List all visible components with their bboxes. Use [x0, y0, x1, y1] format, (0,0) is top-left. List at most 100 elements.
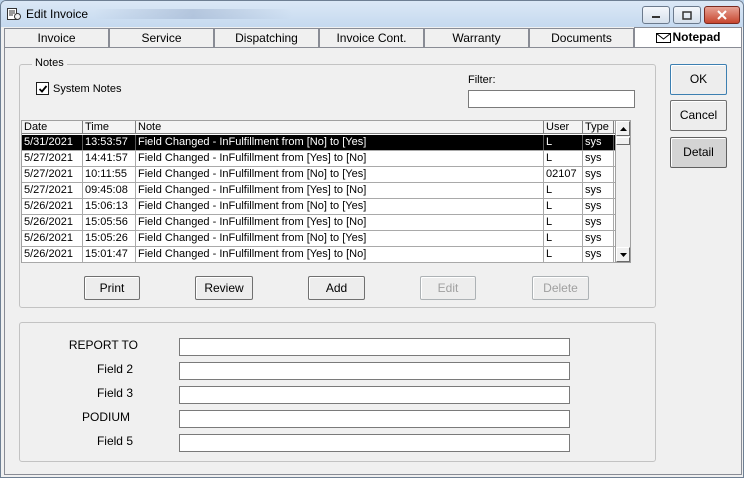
ok-button-label: OK [689, 72, 708, 86]
cell-time: 13:53:57 [83, 135, 136, 150]
cell-date: 5/26/2021 [22, 231, 83, 246]
cell-type: sys [583, 183, 614, 198]
column-header-time[interactable]: Time [83, 121, 136, 134]
tab-documents[interactable]: Documents [529, 28, 634, 48]
cell-time: 15:05:56 [83, 215, 136, 230]
table-row[interactable]: 5/27/2021 10:11:55 Field Changed - InFul… [22, 167, 629, 183]
cell-note: Field Changed - InFulfillment from [No] … [136, 199, 544, 214]
column-header-note[interactable]: Note [136, 121, 544, 134]
cancel-button[interactable]: Cancel [670, 100, 727, 131]
table-row[interactable]: 5/26/2021 15:05:26 Field Changed - InFul… [22, 231, 629, 247]
cell-date: 5/26/2021 [22, 199, 83, 214]
title-redacted [93, 9, 293, 19]
notes-scrollbar[interactable] [615, 120, 631, 263]
review-button[interactable]: Review [195, 276, 253, 300]
tab-strip: Invoice Service Dispatching Invoice Cont… [4, 27, 742, 49]
notepad-panel: Notes System Notes Filter: Date Time Not… [4, 47, 742, 475]
cell-type: sys [583, 135, 614, 150]
invoice-app-icon [7, 8, 21, 20]
maximize-button[interactable] [673, 6, 701, 24]
cell-date: 5/27/2021 [22, 151, 83, 166]
notes-grid[interactable]: Date Time Note User Type 5/31/2021 13:53… [21, 120, 630, 263]
cell-type: sys [583, 247, 614, 262]
field-2-field[interactable] [179, 362, 570, 380]
field-label-podium: PODIUM [82, 410, 130, 424]
cell-time: 14:41:57 [83, 151, 136, 166]
cell-date: 5/27/2021 [22, 183, 83, 198]
field-label-report-to: REPORT TO [68, 338, 138, 352]
table-row[interactable]: 5/26/2021 15:06:13 Field Changed - InFul… [22, 199, 629, 215]
tab-invoice[interactable]: Invoice [4, 28, 109, 48]
grid-header: Date Time Note User Type [22, 121, 629, 134]
add-button[interactable]: Add [308, 276, 365, 300]
field-5-field[interactable] [179, 434, 570, 452]
column-header-user[interactable]: User [544, 121, 583, 134]
title-bar[interactable]: Edit Invoice [1, 1, 743, 27]
detail-button-label: Detail [683, 145, 714, 159]
filter-label: Filter: [468, 74, 496, 86]
column-header-type[interactable]: Type [583, 121, 614, 134]
cell-user: L [544, 151, 583, 166]
table-row[interactable]: 5/27/2021 09:45:08 Field Changed - InFul… [22, 183, 629, 199]
cell-time: 10:11:55 [83, 167, 136, 182]
notes-group-label: Notes [32, 57, 67, 69]
column-header-date[interactable]: Date [22, 121, 83, 134]
table-row[interactable]: 5/26/2021 15:01:47 Field Changed - InFul… [22, 247, 629, 263]
cell-note: Field Changed - InFulfillment from [Yes]… [136, 183, 544, 198]
tab-invoice-cont[interactable]: Invoice Cont. [319, 28, 424, 48]
scroll-down-button[interactable] [616, 247, 630, 262]
tab-label: Invoice Cont. [336, 31, 407, 45]
system-notes-checkbox[interactable] [36, 82, 49, 95]
cell-user: L [544, 231, 583, 246]
cell-date: 5/31/2021 [22, 135, 83, 150]
minimize-button[interactable] [642, 6, 670, 24]
cell-type: sys [583, 215, 614, 230]
cell-time: 15:06:13 [83, 199, 136, 214]
cell-time: 15:05:26 [83, 231, 136, 246]
close-button[interactable] [704, 6, 740, 24]
add-button-label: Add [325, 281, 348, 295]
table-row[interactable]: 5/31/2021 13:53:57 Field Changed - InFul… [22, 135, 629, 151]
cell-type: sys [583, 199, 614, 214]
tab-label: Dispatching [235, 31, 298, 45]
edit-button[interactable]: Edit [420, 276, 476, 300]
window-title: Edit Invoice [26, 7, 89, 21]
table-row[interactable]: 5/26/2021 15:05:56 Field Changed - InFul… [22, 215, 629, 231]
cell-type: sys [583, 231, 614, 246]
report-to-field[interactable] [179, 338, 570, 356]
scroll-thumb[interactable] [616, 137, 630, 145]
delete-button-label: Delete [543, 281, 578, 295]
cell-note: Field Changed - InFulfillment from [No] … [136, 135, 544, 150]
cancel-button-label: Cancel [679, 108, 718, 122]
tab-warranty[interactable]: Warranty [424, 28, 529, 48]
cell-type: sys [583, 167, 614, 182]
edit-invoice-window: Edit Invoice Invoice Service Dispatching… [0, 0, 744, 478]
cell-note: Field Changed - InFulfillment from [Yes]… [136, 151, 544, 166]
cell-note: Field Changed - InFulfillment from [Yes]… [136, 247, 544, 262]
podium-field[interactable] [179, 410, 570, 428]
tab-service[interactable]: Service [109, 28, 214, 48]
print-button[interactable]: Print [84, 276, 140, 300]
delete-button[interactable]: Delete [532, 276, 589, 300]
cell-note: Field Changed - InFulfillment from [No] … [136, 231, 544, 246]
ok-button[interactable]: OK [670, 64, 727, 95]
tab-dispatching[interactable]: Dispatching [214, 28, 319, 48]
tab-label: Warranty [452, 31, 501, 45]
field-3-field[interactable] [179, 386, 570, 404]
detail-button[interactable]: Detail [670, 137, 727, 168]
scroll-up-button[interactable] [616, 121, 630, 136]
edit-button-label: Edit [437, 281, 459, 295]
filter-input[interactable] [468, 90, 635, 108]
tab-notepad[interactable]: Notepad [634, 27, 742, 49]
field-label-field-2: Field 2 [96, 362, 133, 376]
table-row[interactable]: 5/27/2021 14:41:57 Field Changed - InFul… [22, 151, 629, 167]
cell-note: Field Changed - InFulfillment from [Yes]… [136, 215, 544, 230]
cell-user: L [544, 135, 583, 150]
cell-user: L [544, 215, 583, 230]
tab-label: Service [141, 31, 182, 45]
cell-user: L [544, 247, 583, 262]
envelope-icon [655, 32, 671, 43]
maximize-icon [682, 10, 692, 20]
close-icon [717, 10, 727, 20]
review-button-label: Review [204, 281, 244, 295]
